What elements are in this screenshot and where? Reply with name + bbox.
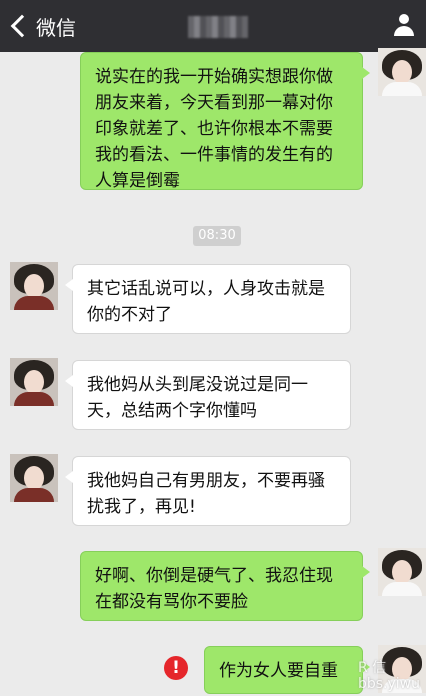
avatar-self[interactable]: [378, 548, 426, 596]
message-bubble-incoming[interactable]: 我他妈从头到尾没说过是同一天，总结两个字你懂吗: [65, 360, 351, 430]
avatar-contact[interactable]: [10, 454, 58, 502]
message-bubble-outgoing[interactable]: 作为女人要自重: [204, 646, 370, 694]
chevron-left-icon: [10, 14, 34, 38]
back-button[interactable]: 微信: [8, 10, 76, 42]
contact-name-blurred: [188, 16, 248, 38]
avatar-contact[interactable]: [10, 358, 58, 406]
person-icon: [399, 14, 409, 24]
message-bubble-outgoing[interactable]: 好啊、你倒是硬气了、我忍住现在都没有骂你不要脸: [80, 551, 370, 621]
profile-button[interactable]: [392, 14, 416, 38]
timestamp: 08:30: [193, 226, 241, 246]
message-bubble-outgoing[interactable]: 说实在的我一开始确实想跟你做朋友来着，今天看到那一幕对你印象就差了、也许你根本不…: [80, 52, 370, 191]
send-failed-icon[interactable]: !: [164, 656, 188, 680]
back-label: 微信: [36, 15, 76, 40]
message-bubble-incoming[interactable]: 其它话乱说可以，人身攻击就是你的不对了: [65, 264, 351, 334]
watermark: R 信 bbs.yiwu: [357, 660, 420, 692]
top-bar: 微信: [0, 0, 426, 52]
message-bubble-incoming[interactable]: 我他妈自己有男朋友，不要再骚扰我了，再见!: [65, 456, 351, 526]
avatar-contact[interactable]: [10, 262, 58, 310]
avatar-self[interactable]: [378, 48, 426, 96]
